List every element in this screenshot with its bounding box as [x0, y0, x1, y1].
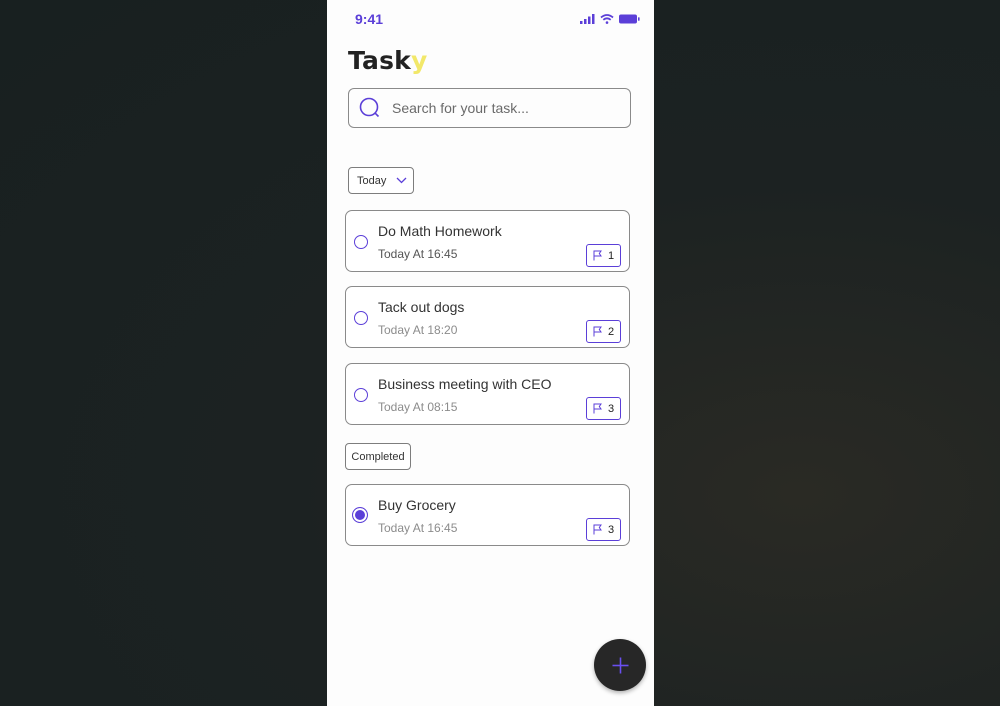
flag-icon	[593, 524, 602, 535]
completed-task-card[interactable]: Buy Grocery Today At 16:45 3	[345, 484, 630, 546]
priority-badge[interactable]: 1	[586, 244, 621, 267]
task-time: Today At 08:15	[378, 400, 458, 414]
priority-badge[interactable]: 3	[586, 397, 621, 420]
app-title-main: Task	[348, 46, 412, 75]
completed-section-label[interactable]: Completed	[345, 443, 411, 470]
date-filter-dropdown[interactable]: Today	[348, 167, 414, 194]
battery-icon	[619, 14, 640, 24]
wifi-icon	[600, 14, 614, 24]
status-bar: 9:41	[327, 10, 654, 30]
task-time: Today At 18:20	[378, 323, 458, 337]
priority-badge[interactable]: 2	[586, 320, 621, 343]
completed-label: Completed	[351, 450, 405, 463]
priority-value: 2	[607, 325, 615, 338]
chevron-down-icon	[396, 177, 407, 184]
status-icons	[580, 14, 640, 24]
task-title: Buy Grocery	[378, 497, 456, 513]
task-time: Today At 16:45	[378, 521, 458, 535]
priority-badge[interactable]: 3	[586, 518, 621, 541]
priority-value: 1	[607, 249, 615, 262]
task-checkbox[interactable]	[354, 388, 368, 402]
task-title: Tack out dogs	[378, 299, 465, 315]
add-task-button[interactable]	[594, 639, 646, 691]
flag-icon	[593, 250, 602, 261]
flag-icon	[593, 326, 602, 337]
task-checkbox-checked[interactable]	[352, 507, 368, 523]
date-filter-label: Today	[357, 174, 387, 187]
phone-screen: 9:41 Tasky Search for your task... Today…	[327, 0, 654, 706]
plus-icon	[612, 657, 628, 673]
task-card[interactable]: Do Math Homework Today At 16:45 1	[345, 210, 630, 272]
priority-value: 3	[607, 523, 615, 536]
task-checkbox[interactable]	[354, 235, 368, 249]
flag-icon	[593, 403, 602, 414]
task-title: Do Math Homework	[378, 223, 502, 239]
task-card[interactable]: Tack out dogs Today At 18:20 2	[345, 286, 630, 348]
task-time: Today At 16:45	[378, 247, 458, 261]
task-title: Business meeting with CEO	[378, 376, 552, 392]
task-checkbox[interactable]	[354, 311, 368, 325]
status-time: 9:41	[355, 11, 384, 27]
signal-icon	[580, 14, 595, 24]
task-card[interactable]: Business meeting with CEO Today At 08:15…	[345, 363, 630, 425]
app-title-accent: y	[411, 46, 428, 75]
search-bar[interactable]	[348, 88, 631, 128]
search-input[interactable]	[390, 99, 614, 117]
priority-value: 3	[607, 402, 615, 415]
search-icon	[359, 97, 380, 118]
app-title: Tasky	[348, 46, 428, 75]
